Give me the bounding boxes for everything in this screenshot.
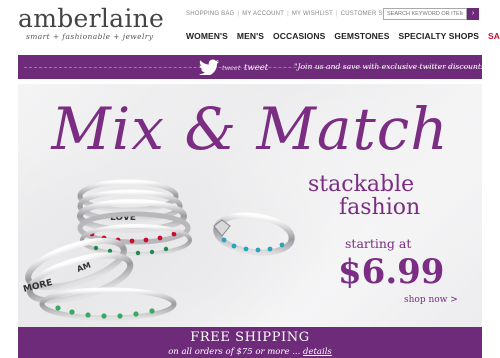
shipping-details-link[interactable]: details [303, 347, 332, 357]
shipping-title: FREE SHIPPING [190, 330, 310, 345]
brand-tagline: smart + fashionable + jewelry [26, 32, 154, 41]
tweet-label-large: tweet [244, 63, 269, 73]
nav-item-womens[interactable]: WOMEN'S [186, 31, 228, 41]
tweet-label-small: tweet [222, 64, 241, 72]
twitter-banner[interactable]: tweet tweet "Join us and save with exclu… [18, 55, 491, 79]
shopping-bag-link[interactable]: SHOPPING BAG [186, 11, 234, 17]
my-wishlist-link[interactable]: MY WISHLIST [292, 11, 333, 17]
main-nav: WOMEN'S MEN'S OCCASIONS GEMSTONES SPECIA… [186, 31, 500, 41]
nav-item-sale[interactable]: SALE [488, 31, 500, 41]
hero-subtitle-line1: stackable [308, 172, 415, 197]
hero-banner[interactable]: Mix & Match LOVE AM MORE stackable fashi… [18, 84, 482, 328]
utility-separator: | [237, 11, 240, 17]
shipping-subtitle: on all orders of $75 or more [168, 347, 290, 357]
twitter-promo-message: "Join us and save with exclusive twitter… [294, 62, 492, 71]
nav-item-specialty-shops[interactable]: SPECIALTY SHOPS [398, 31, 479, 41]
utility-separator: | [335, 11, 338, 17]
nav-item-mens[interactable]: MEN'S [237, 31, 264, 41]
starting-at-label: starting at [345, 236, 412, 251]
utility-separator: | [287, 11, 289, 17]
search-icon: › [471, 10, 475, 17]
stacked-rings-image: LOVE AM MORE [22, 179, 295, 321]
free-shipping-banner[interactable]: FREE SHIPPING on all orders of $75 or mo… [18, 327, 482, 358]
nav-item-occasions[interactable]: OCCASIONS [273, 31, 325, 41]
search-button[interactable]: › [467, 8, 479, 20]
twitter-bird-icon [199, 59, 219, 75]
my-account-link[interactable]: MY ACCOUNT [242, 11, 284, 17]
brand-logo[interactable]: amberlaine smart + fashionable + jewelry [18, 4, 165, 42]
hero-price: $6.99 [338, 252, 445, 292]
hero-title: Mix & Match [51, 95, 449, 163]
shipping-subtitle-line: on all orders of $75 or more ... details [168, 347, 332, 357]
search-input[interactable] [383, 8, 467, 20]
utility-nav: SHOPPING BAG | MY ACCOUNT | MY WISHLIST … [186, 11, 406, 17]
hero-subtitle-line2: fashion [339, 195, 421, 220]
nav-item-gemstones[interactable]: GEMSTONES [334, 31, 389, 41]
brand-name: amberlaine [18, 4, 165, 33]
shop-now-link[interactable]: shop now > [404, 295, 458, 305]
